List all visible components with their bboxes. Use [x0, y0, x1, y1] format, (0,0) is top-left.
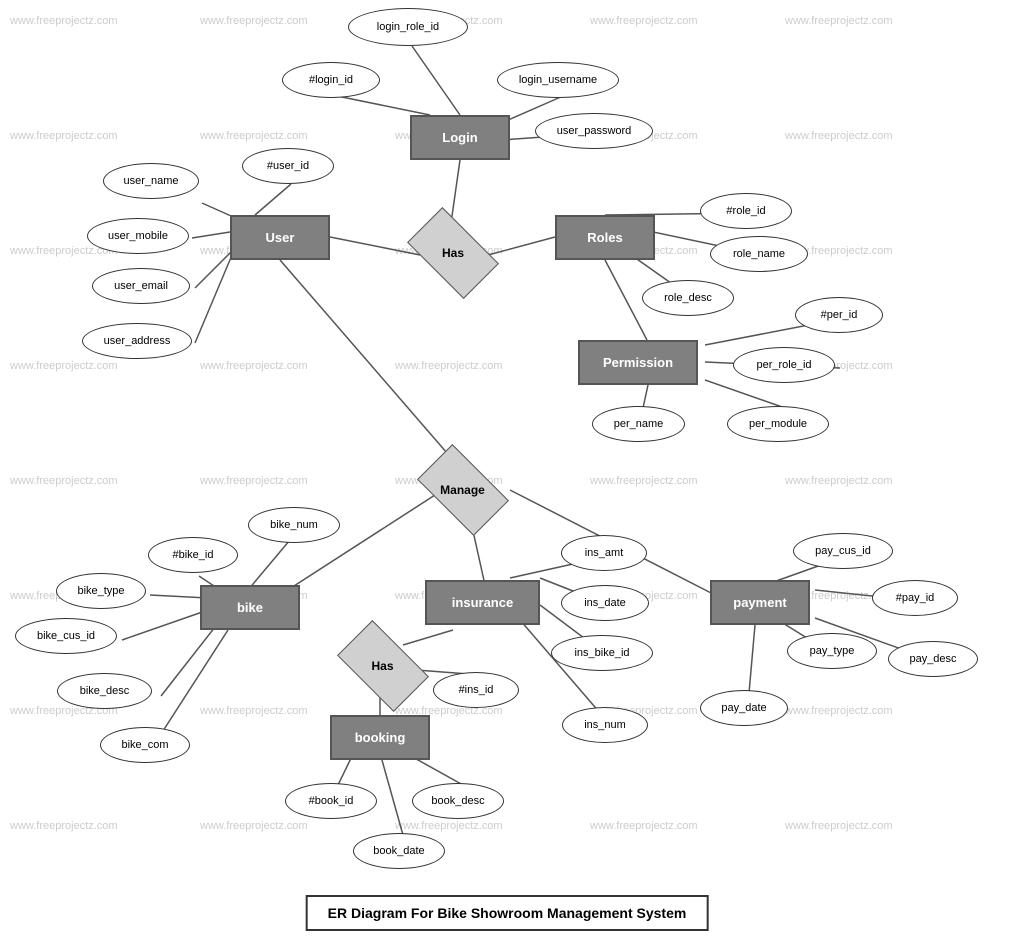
attr-pay-cus-id: pay_cus_id — [793, 533, 893, 569]
attr-bike-type: bike_type — [56, 573, 146, 609]
diagram-container: www.freeprojectz.com www.freeprojectz.co… — [0, 0, 1014, 941]
entity-booking: booking — [330, 715, 430, 760]
relationship-has2: Has — [340, 638, 425, 693]
attr-ins-bike-id: ins_bike_id — [551, 635, 653, 671]
entity-permission: Permission — [578, 340, 698, 385]
attr-book-id: #book_id — [285, 783, 377, 819]
attr-bike-num: bike_num — [248, 507, 340, 543]
attr-pay-date: pay_date — [700, 690, 788, 726]
attr-per-module: per_module — [727, 406, 829, 442]
relationship-manage: Manage — [415, 460, 510, 520]
attr-user-name: user_name — [103, 163, 199, 199]
attr-book-desc: book_desc — [412, 783, 504, 819]
entity-insurance: insurance — [425, 580, 540, 625]
attr-pay-type: pay_type — [787, 633, 877, 669]
attr-role-id: #role_id — [700, 193, 792, 229]
attr-role-desc: role_desc — [642, 280, 734, 316]
diagram-caption: ER Diagram For Bike Showroom Management … — [306, 895, 709, 931]
attr-login-id: #login_id — [282, 62, 380, 98]
attr-per-role-id: per_role_id — [733, 347, 835, 383]
attr-ins-num: ins_num — [562, 707, 648, 743]
entity-user: User — [230, 215, 330, 260]
entity-login: Login — [410, 115, 510, 160]
attr-ins-amt: ins_amt — [561, 535, 647, 571]
attr-ins-date: ins_date — [561, 585, 649, 621]
attr-pay-desc: pay_desc — [888, 641, 978, 677]
attr-role-name: role_name — [710, 236, 808, 272]
attr-bike-desc: bike_desc — [57, 673, 152, 709]
attr-user-address: user_address — [82, 323, 192, 359]
attr-user-email: user_email — [92, 268, 190, 304]
relationship-has1: Has — [408, 225, 498, 280]
attr-login-role-id: login_role_id — [348, 8, 468, 46]
attr-bike-cus-id: bike_cus_id — [15, 618, 117, 654]
attr-bike-id: #bike_id — [148, 537, 238, 573]
attr-per-name: per_name — [592, 406, 685, 442]
attr-book-date: book_date — [353, 833, 445, 869]
attr-login-username: login_username — [497, 62, 619, 98]
attr-user-id: #user_id — [242, 148, 334, 184]
entity-bike: bike — [200, 585, 300, 630]
attr-ins-id: #ins_id — [433, 672, 519, 708]
attr-user-password: user_password — [535, 113, 653, 149]
attr-per-id: #per_id — [795, 297, 883, 333]
attr-pay-id: #pay_id — [872, 580, 958, 616]
entity-payment: payment — [710, 580, 810, 625]
attr-user-mobile: user_mobile — [87, 218, 189, 254]
entity-roles: Roles — [555, 215, 655, 260]
attr-bike-com: bike_com — [100, 727, 190, 763]
